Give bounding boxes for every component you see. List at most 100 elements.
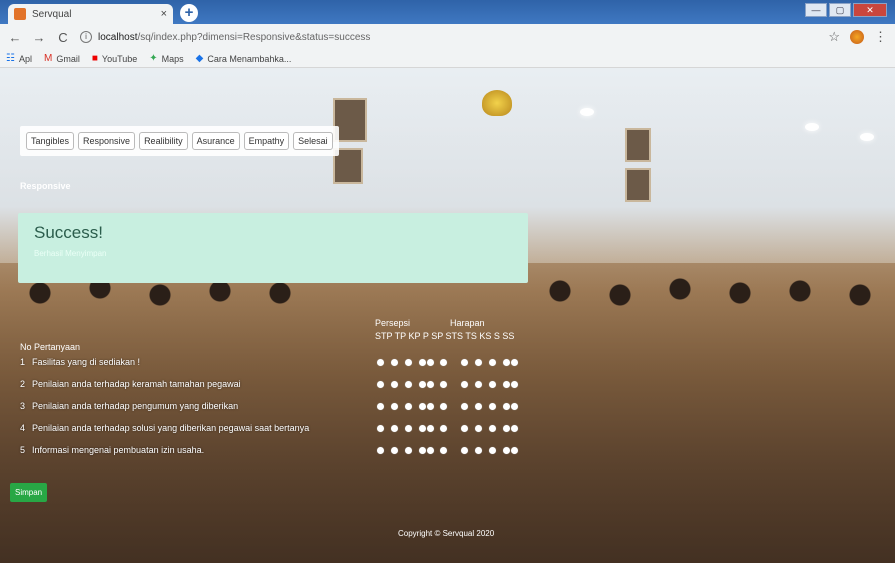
save-button[interactable]: Simpan <box>10 483 48 502</box>
bookmark-item[interactable]: ■ YouTube <box>92 53 137 64</box>
rating-radio[interactable] <box>461 403 468 410</box>
new-tab-button[interactable]: + <box>180 4 198 22</box>
rating-radio[interactable] <box>427 359 434 366</box>
rating-radio[interactable] <box>503 381 510 388</box>
bookmark-item[interactable]: M Gmail <box>44 53 80 64</box>
tab-empathy[interactable]: Empathy <box>243 132 290 150</box>
rating-radio[interactable] <box>461 447 468 454</box>
rating-radio[interactable] <box>427 447 434 454</box>
rating-radio[interactable] <box>427 425 434 432</box>
success-alert: Success! Berhasil Menyimpan <box>18 213 528 283</box>
rating-radio[interactable] <box>440 447 447 454</box>
rating-radio[interactable] <box>461 425 468 432</box>
tab-responsive[interactable]: Responsive <box>78 132 136 150</box>
question-row: 4 Penilaian anda terhadap solusi yang dib… <box>20 423 309 433</box>
apps-icon: ☷ <box>6 53 15 64</box>
rating-radio[interactable] <box>419 425 426 432</box>
question-text: Penilaian anda terhadap pengumum yang di… <box>32 401 239 411</box>
rating-radio[interactable] <box>391 403 398 410</box>
rating-radio[interactable] <box>440 381 447 388</box>
rating-radio[interactable] <box>461 381 468 388</box>
rating-radio-group <box>377 425 527 435</box>
rating-radio[interactable] <box>475 425 482 432</box>
reload-icon[interactable]: C <box>56 30 70 45</box>
extension-icon[interactable] <box>850 30 864 44</box>
forward-arrow-icon[interactable]: → <box>32 30 46 45</box>
rating-radio[interactable] <box>511 381 518 388</box>
bookmark-label: YouTube <box>101 53 138 64</box>
rating-radio[interactable] <box>405 425 412 432</box>
tab-realibility[interactable]: Realibility <box>139 132 188 150</box>
rating-radio[interactable] <box>475 447 482 454</box>
minimize-icon[interactable]: — <box>805 3 827 17</box>
rating-radio[interactable] <box>405 381 412 388</box>
bookmark-label: Gmail <box>56 53 80 64</box>
rating-radio[interactable] <box>377 359 384 366</box>
rating-radio[interactable] <box>503 447 510 454</box>
rating-radio[interactable] <box>461 359 468 366</box>
group-harapan-header: Harapan <box>450 318 485 328</box>
browser-tab-strip: Servqual × + — ▢ ✕ <box>0 0 895 24</box>
browser-menu-icon[interactable]: ⋮ <box>874 29 887 45</box>
maps-icon: ✦ <box>149 53 158 64</box>
rating-radio[interactable] <box>427 403 434 410</box>
tab-asurance[interactable]: Asurance <box>191 132 240 150</box>
rating-radio[interactable] <box>489 359 496 366</box>
bookmark-item[interactable]: ☷ Apl <box>6 53 32 64</box>
tab-selesai[interactable]: Selesai <box>293 132 333 150</box>
rating-radio[interactable] <box>419 359 426 366</box>
rating-radio[interactable] <box>475 403 482 410</box>
rating-radio[interactable] <box>419 447 426 454</box>
bookmark-item[interactable]: ◆ Cara Menambahka... <box>196 53 292 64</box>
question-row: 5 Informasi mengenai pembuatan izin usaha… <box>20 445 204 455</box>
bookmark-item[interactable]: ✦ Maps <box>149 53 183 64</box>
address-bar[interactable]: i localhost /sq/index.php?dimensi=Respon… <box>80 31 818 43</box>
rating-radio[interactable] <box>503 425 510 432</box>
rating-radio[interactable] <box>511 359 518 366</box>
rating-radio-group <box>377 381 527 391</box>
rating-radio[interactable] <box>405 403 412 410</box>
rating-radio[interactable] <box>419 403 426 410</box>
rating-radio[interactable] <box>503 359 510 366</box>
tab-close-icon[interactable]: × <box>161 8 167 20</box>
rating-radio[interactable] <box>511 403 518 410</box>
rating-radio[interactable] <box>503 403 510 410</box>
rating-radio[interactable] <box>391 381 398 388</box>
rating-radio[interactable] <box>377 425 384 432</box>
back-arrow-icon[interactable]: ← <box>8 30 22 45</box>
maximize-icon[interactable]: ▢ <box>829 3 851 17</box>
tab-tangibles[interactable]: Tangibles <box>26 132 75 150</box>
rating-radio[interactable] <box>377 447 384 454</box>
rating-radio[interactable] <box>489 425 496 432</box>
site-info-icon[interactable]: i <box>80 31 92 43</box>
rating-radio[interactable] <box>440 359 447 366</box>
rating-radio[interactable] <box>440 425 447 432</box>
rating-radio[interactable] <box>405 359 412 366</box>
rating-radio[interactable] <box>440 403 447 410</box>
wall-portrait-image <box>625 128 651 162</box>
rating-radio[interactable] <box>475 381 482 388</box>
question-number: 5 <box>20 445 26 455</box>
rating-radio[interactable] <box>475 359 482 366</box>
bookmark-star-icon[interactable]: ☆ <box>828 29 840 45</box>
rating-radio[interactable] <box>489 381 496 388</box>
rating-radio[interactable] <box>489 447 496 454</box>
rating-radio[interactable] <box>511 447 518 454</box>
rating-radio[interactable] <box>391 425 398 432</box>
window-close-icon[interactable]: ✕ <box>853 3 887 17</box>
rating-radio[interactable] <box>391 447 398 454</box>
rating-radio[interactable] <box>489 403 496 410</box>
bookmark-label: Maps <box>161 53 184 64</box>
question-row: 1 Fasilitas yang di sediakan ! <box>20 357 140 367</box>
rating-radio[interactable] <box>419 381 426 388</box>
rating-radio[interactable] <box>377 403 384 410</box>
rating-radio[interactable] <box>427 381 434 388</box>
rating-radio[interactable] <box>511 425 518 432</box>
rating-radio-group <box>377 403 527 413</box>
rating-radio[interactable] <box>405 447 412 454</box>
browser-tab[interactable]: Servqual × <box>8 4 173 24</box>
rating-radio-group <box>377 359 527 369</box>
rating-radio[interactable] <box>377 381 384 388</box>
rating-radio[interactable] <box>391 359 398 366</box>
group-photo-crowd <box>0 263 895 563</box>
